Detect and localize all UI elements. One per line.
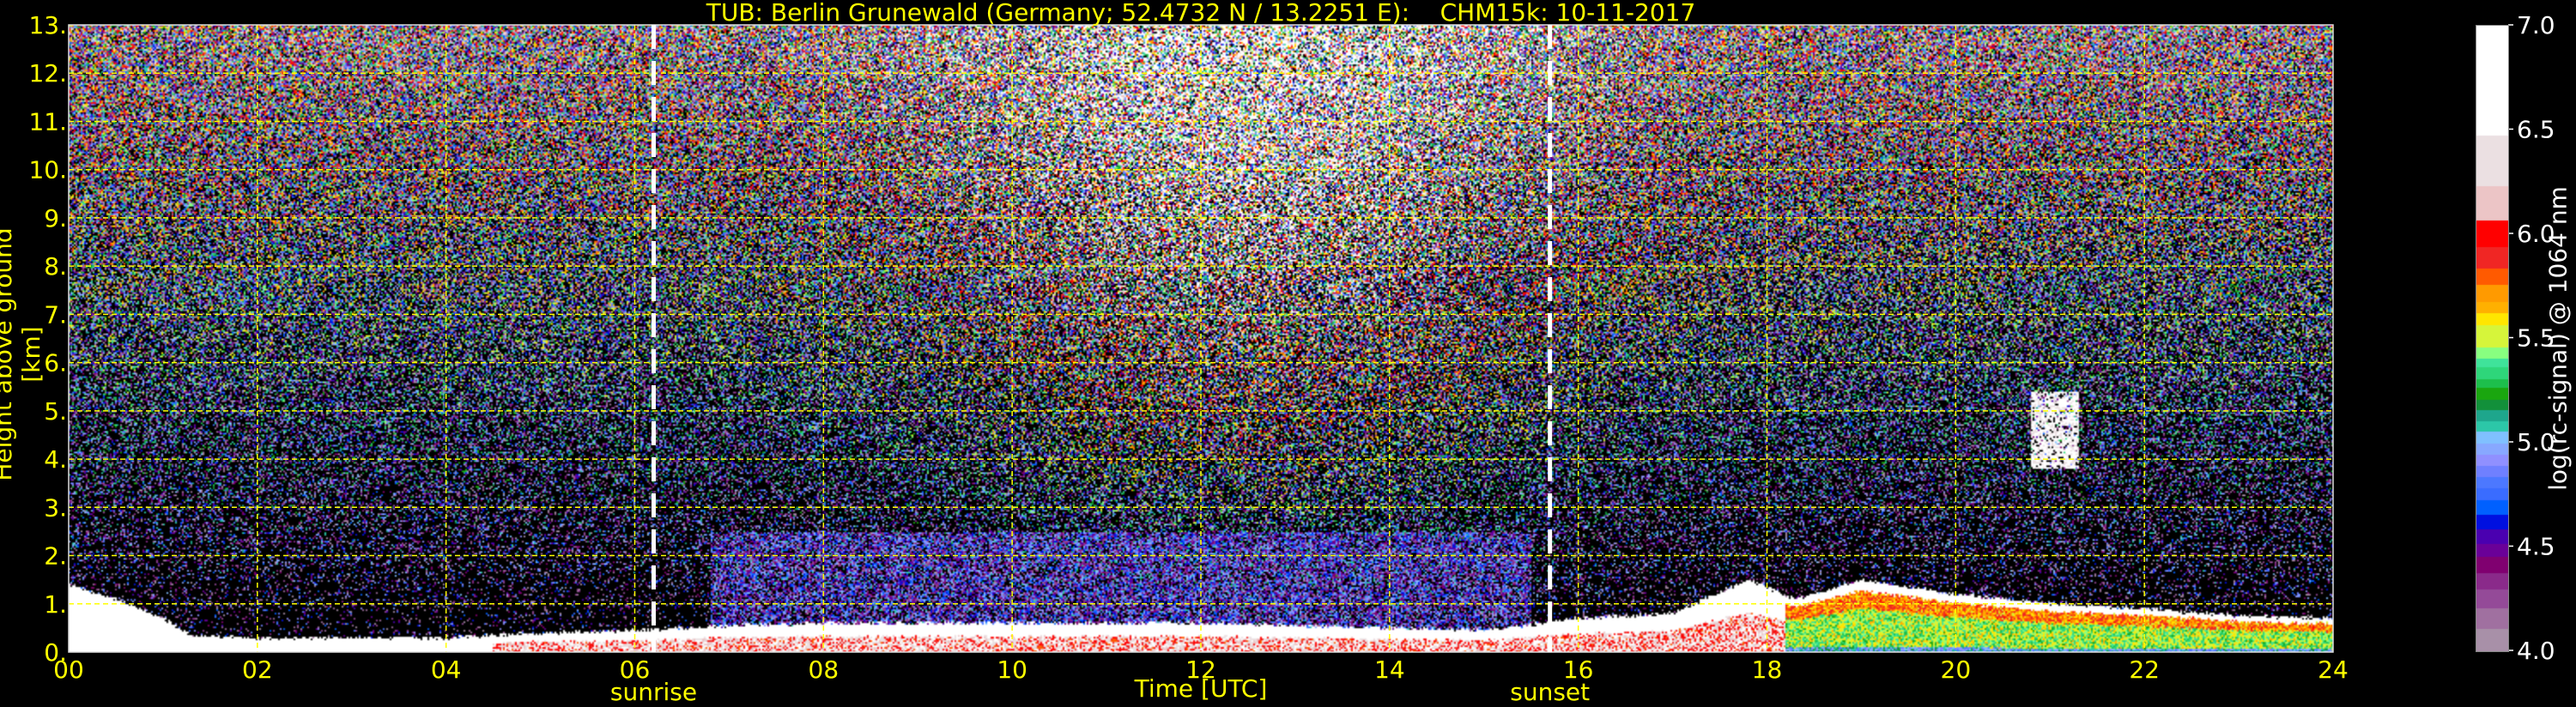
x-axis-label: Time [UTC]	[1134, 674, 1268, 703]
y-tick-label: 12.	[28, 59, 67, 88]
colorbar-label: log(rc-signal) @ 1064 nm	[2543, 186, 2573, 491]
colorbar-tick-label: 6.5	[2517, 116, 2555, 144]
y-tick-label: 4.	[44, 445, 67, 474]
colorbar-tick-label: 4.0	[2517, 637, 2555, 665]
y-tick-label: 0.	[44, 638, 67, 667]
y-tick-label: 9.	[44, 204, 67, 233]
y-axis-label: Height above ground [km]	[0, 227, 45, 481]
y-tick-label: 7.	[44, 300, 67, 329]
colorbar-tick-label: 7.0	[2517, 11, 2555, 39]
chart-title: TUB: Berlin Grunewald (Germany; 52.4732 …	[706, 0, 1696, 27]
y-tick-label: 10.	[28, 156, 67, 184]
colorbar-tick-label: 4.5	[2517, 533, 2555, 561]
y-tick-label: 3.	[44, 493, 67, 522]
plot-overlay: 00 02 04 06 08 10 12 14 16 18 20 22 240.1.2.3.4.5.6.…	[28, 11, 2555, 706]
y-tick-label: 11.	[28, 107, 67, 136]
colorbar	[2476, 25, 2509, 652]
y-tick-label: 1.	[44, 590, 67, 619]
y-tick-label: 6.	[44, 349, 67, 378]
y-tick-label: 13.	[28, 11, 67, 39]
y-tick-label: 5.	[44, 397, 67, 426]
y-tick-label: 8.	[44, 252, 67, 281]
y-tick-label: 2.	[44, 542, 67, 571]
